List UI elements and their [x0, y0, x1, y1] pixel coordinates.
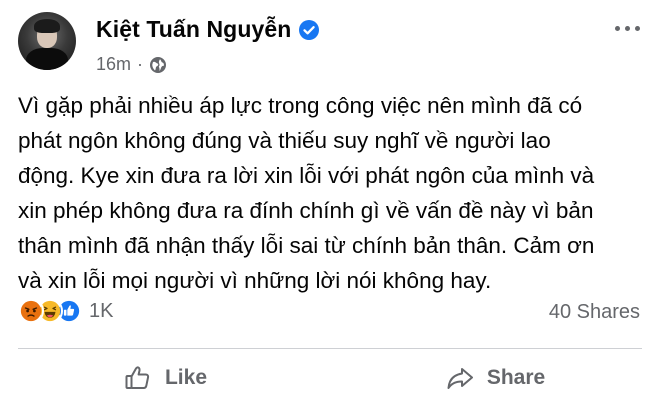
post-time[interactable]: 16m — [96, 54, 131, 75]
globe-icon — [150, 56, 167, 73]
author-row: Kiệt Tuấn Nguyễn — [96, 16, 320, 43]
action-bar: Like Share — [0, 356, 660, 400]
like-label: Like — [164, 366, 208, 389]
post-text-line: xin phép không đưa ra đính chính gì về v… — [18, 198, 594, 223]
shares-count[interactable]: 40 Shares — [549, 301, 640, 324]
share-button[interactable]: Share — [330, 356, 660, 400]
avatar[interactable] — [18, 12, 76, 70]
angry-icon — [18, 298, 44, 324]
divider — [18, 348, 642, 349]
author-name[interactable]: Kiệt Tuấn Nguyễn — [96, 16, 291, 43]
reactions-summary[interactable]: 1K — [18, 298, 113, 324]
reaction-count[interactable]: 1K — [89, 300, 113, 323]
dot-icon — [615, 26, 620, 31]
post-text-line: phát ngôn không đúng và thiếu suy nghĩ v… — [18, 128, 551, 153]
post-text-line: động. Kye xin đưa ra lời xin lỗi với phá… — [18, 163, 595, 188]
share-label: Share — [486, 366, 546, 389]
post-text-line: và xin lỗi mọi người vì những lời nói kh… — [18, 268, 492, 293]
like-button[interactable]: Like — [0, 356, 330, 400]
share-arrow-icon — [447, 368, 473, 389]
verified-badge-icon — [299, 19, 320, 40]
post-text-line: thân mình đã nhận thấy lỗi sai từ chính … — [18, 233, 595, 258]
thumbs-up-icon — [125, 366, 150, 389]
post-body: Vì gặp phải nhiều áp lực trong công việc… — [18, 88, 644, 298]
meta-separator: · — [137, 54, 144, 74]
post-text-line: Vì gặp phải nhiều áp lực trong công việc… — [18, 93, 583, 118]
more-options-button[interactable] — [615, 26, 640, 31]
dot-icon — [625, 26, 630, 31]
post-header: Kiệt Tuấn Nguyễn 16m · — [18, 10, 648, 80]
dot-icon — [635, 26, 640, 31]
post-meta: 16m · — [96, 54, 167, 75]
